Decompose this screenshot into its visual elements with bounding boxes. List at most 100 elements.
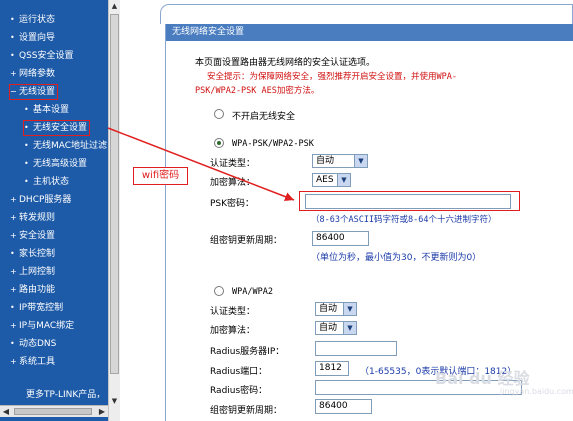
sidebar-item-wireless-mac-filter[interactable]: • 无线MAC地址过滤	[24, 139, 107, 153]
more-products-link[interactable]: 更多TP-LINK产品，	[26, 387, 105, 400]
vertical-scrollbar[interactable]: ▲ ▼	[108, 0, 120, 421]
sidebar-item-label: IP带宽控制	[19, 303, 64, 313]
psk-enc-label: 加密算法：	[210, 178, 256, 188]
sidebar-item-host-status[interactable]: • 主机状态	[24, 175, 69, 189]
wpa-auth-label: 认证类型：	[210, 307, 256, 317]
sidebar-item-label: 家长控制	[19, 249, 56, 259]
sidebar-item-forwarding[interactable]: + 转发规则	[10, 211, 55, 225]
expand-icon: +	[10, 321, 17, 330]
scroll-down-icon[interactable]: ▼	[109, 395, 120, 407]
psk-enc-select[interactable]: AES ▼	[312, 173, 351, 187]
bullet-icon: •	[24, 159, 29, 168]
psk-password-hint: （8-63个ASCII码字符或8-64个十六进制字符）	[311, 215, 497, 225]
sidebar-item-parental-control[interactable]: • 家长控制	[10, 247, 55, 261]
scroll-right-icon[interactable]: ▶	[96, 406, 108, 417]
sidebar-nav: • 运行状态 • 设置向导 • QSS安全设置 + 网络参数 − 无线设置 • 基本设置 •…	[0, 0, 108, 421]
sidebar-item-dhcp[interactable]: + DHCP服务器	[10, 193, 71, 207]
sidebar-item-wireless[interactable]: − 无线设置	[8, 84, 59, 100]
panel-top-border	[160, 4, 573, 24]
expand-icon: +	[10, 195, 17, 204]
bullet-icon: •	[10, 15, 15, 24]
scroll-up-icon[interactable]: ▲	[109, 0, 120, 12]
radio-wpa-psk[interactable]	[214, 138, 224, 148]
horizontal-scrollbar[interactable]: ◀ ▶	[0, 405, 108, 417]
baidu-watermark: Bai du 经验	[435, 369, 530, 388]
sidebar-item-routing[interactable]: + 路由功能	[10, 283, 55, 297]
wpa-enc-value: 自动	[319, 323, 338, 333]
sidebar-item-system-tools[interactable]: + 系统工具	[10, 355, 55, 369]
radio-no-security[interactable]	[214, 109, 224, 119]
radius-port-input[interactable]: 1812	[315, 361, 349, 376]
sidebar-item-label: 路由功能	[19, 285, 56, 295]
bullet-icon: •	[24, 105, 29, 114]
expand-icon: +	[10, 231, 17, 240]
sidebar-item-access-control[interactable]: + 上网控制	[10, 265, 55, 279]
radius-ip-input[interactable]	[315, 341, 397, 356]
wpa-group-key-input[interactable]: 86400	[315, 399, 372, 414]
intro-text: 本页面设置路由器无线网络的安全认证选项。	[195, 58, 376, 68]
chevron-down-icon: ▼	[337, 174, 350, 186]
psk-auth-label: 认证类型：	[210, 159, 256, 169]
baidu-watermark-url: jingyan.baidu.com	[500, 387, 573, 396]
psk-password-label: PSK密码：	[210, 199, 255, 209]
psk-group-key-hint: （单位为秒，最小值为30，不更新则为0）	[311, 253, 482, 263]
sidebar-item-ddns[interactable]: • 动态DNS	[10, 337, 56, 351]
sidebar-item-label: 基本设置	[33, 105, 70, 115]
bullet-icon: •	[24, 177, 29, 186]
chevron-down-icon: ▼	[343, 322, 356, 334]
expand-icon: +	[10, 213, 17, 222]
sidebar-item-wireless-security[interactable]: • 无线安全设置	[22, 120, 91, 136]
radio-wpa[interactable]	[214, 286, 224, 296]
wpa-auth-value: 自动	[319, 304, 338, 314]
sidebar-item-label: 无线设置	[19, 87, 56, 97]
expand-icon: +	[10, 267, 17, 276]
sidebar-item-label: 主机状态	[33, 177, 70, 187]
wpa-auth-select[interactable]: 自动 ▼	[315, 302, 357, 316]
sidebar-item-label: 转发规则	[19, 213, 56, 223]
security-warning-line1: 安全提示：为保障网络安全，强烈推荐开启安全设置，并使用WPA-	[207, 72, 457, 82]
bullet-icon: •	[24, 141, 29, 150]
psk-auth-select[interactable]: 自动 ▼	[312, 154, 368, 168]
sidebar-item-label: 系统工具	[19, 357, 56, 367]
radius-password-label: Radius密码：	[210, 386, 268, 396]
sidebar-item-label: 无线MAC地址过滤	[33, 141, 108, 151]
sidebar-item-label: DHCP服务器	[19, 195, 72, 205]
psk-enc-value: AES	[316, 175, 334, 185]
sidebar-item-bandwidth[interactable]: • IP带宽控制	[10, 301, 63, 315]
wpa-enc-select[interactable]: 自动 ▼	[315, 321, 357, 335]
chevron-down-icon: ▼	[354, 155, 367, 167]
radio-wpa-label: WPA/WPA2	[232, 287, 273, 297]
panel-title: 无线网络安全设置	[166, 24, 573, 41]
sidebar-item-label: IP与MAC绑定	[19, 321, 75, 331]
bullet-icon: •	[24, 123, 29, 132]
sidebar-item-label: 安全设置	[19, 231, 56, 241]
psk-group-key-label: 组密钥更新周期：	[210, 236, 283, 246]
scroll-thumb[interactable]	[110, 14, 119, 374]
sidebar-item-label: 设置向导	[19, 33, 56, 43]
sidebar-item-label: 动态DNS	[19, 339, 57, 349]
sidebar-item-security[interactable]: + 安全设置	[10, 229, 55, 243]
psk-group-key-input[interactable]: 86400	[312, 231, 369, 246]
psk-auth-value: 自动	[316, 156, 335, 166]
sidebar-item-label: QSS安全设置	[19, 51, 74, 61]
sidebar-item-setup-wizard[interactable]: • 设置向导	[10, 31, 55, 45]
expand-icon: +	[10, 357, 17, 366]
sidebar-item-wireless-advanced[interactable]: • 无线高级设置	[24, 157, 87, 171]
sidebar-item-status[interactable]: • 运行状态	[10, 13, 55, 27]
sidebar-item-network[interactable]: + 网络参数	[10, 67, 55, 81]
sidebar-item-ip-mac-binding[interactable]: + IP与MAC绑定	[10, 319, 74, 333]
wpa-group-key-label: 组密钥更新周期：	[210, 406, 283, 416]
scroll-thumb[interactable]	[14, 408, 92, 415]
scroll-left-icon[interactable]: ◀	[0, 406, 12, 417]
sidebar-item-label: 网络参数	[19, 69, 56, 79]
bullet-icon: •	[10, 249, 15, 258]
sidebar-item-qss[interactable]: • QSS安全设置	[10, 49, 74, 63]
psk-password-highlight	[299, 191, 520, 211]
chevron-down-icon: ▼	[343, 303, 356, 315]
security-warning-line2: PSK/WPA2-PSK AES加密方法。	[195, 86, 320, 96]
sidebar-item-wireless-basic[interactable]: • 基本设置	[24, 103, 69, 117]
collapse-icon: −	[10, 87, 17, 96]
radius-port-label: Radius端口：	[210, 367, 268, 377]
sidebar-item-label: 无线高级设置	[33, 159, 88, 169]
expand-icon: +	[10, 285, 17, 294]
